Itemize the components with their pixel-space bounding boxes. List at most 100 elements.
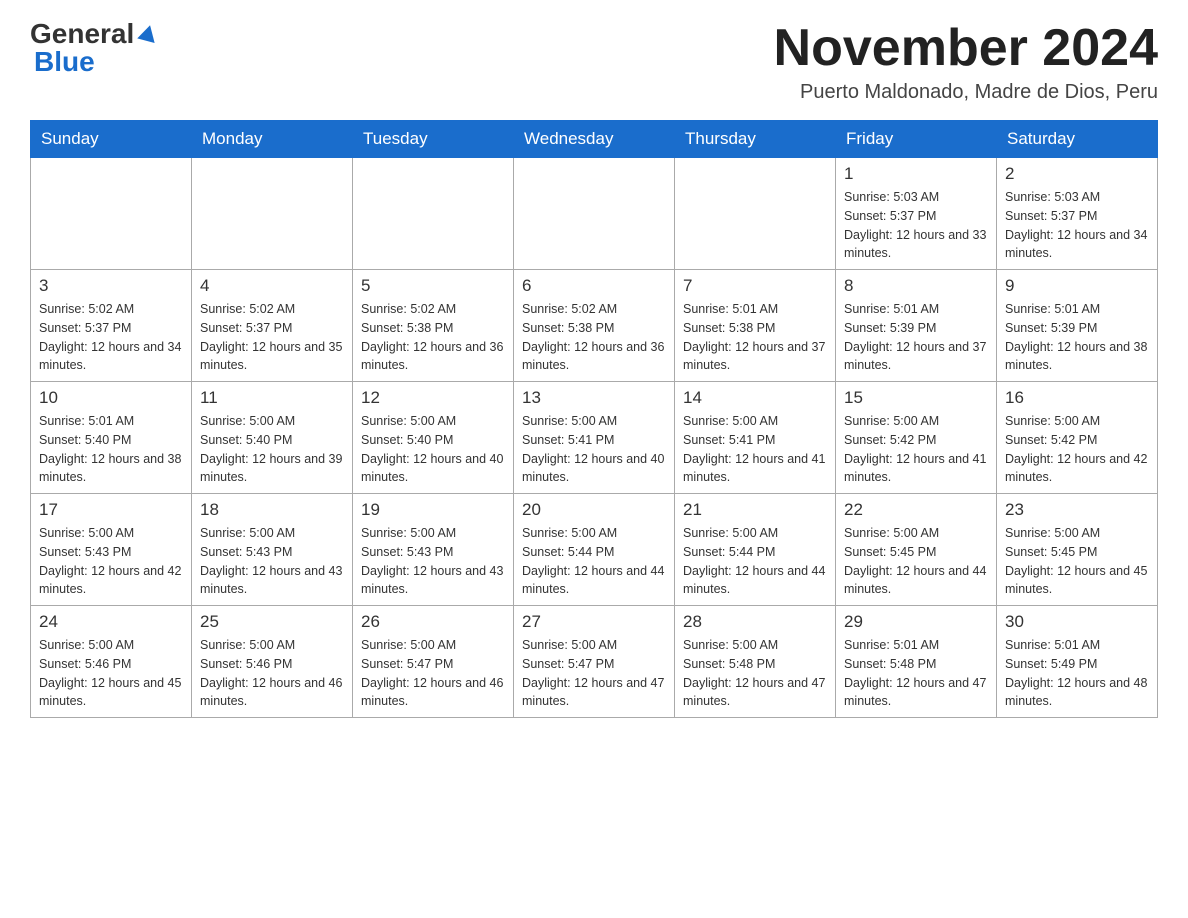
day-number: 1 [844,164,988,184]
day-number: 23 [1005,500,1149,520]
cell-week0-day5: 1 Sunrise: 5:03 AM Sunset: 5:37 PM Daylig… [836,158,997,270]
cell-week0-day1 [192,158,353,270]
page-header: General Blue November 2024 Puerto Maldon… [30,20,1158,104]
cell-week0-day6: 2 Sunrise: 5:03 AM Sunset: 5:37 PM Daylig… [997,158,1158,270]
cell-week4-day3: 27 Sunrise: 5:00 AM Sunset: 5:47 PM Dayli… [514,606,675,718]
calendar-table: Sunday Monday Tuesday Wednesday Thursday… [30,120,1158,718]
day-number: 5 [361,276,505,296]
day-number: 10 [39,388,183,408]
day-info: Sunrise: 5:03 AM Sunset: 5:37 PM Dayligh… [844,188,988,263]
day-number: 19 [361,500,505,520]
day-info: Sunrise: 5:00 AM Sunset: 5:44 PM Dayligh… [683,524,827,599]
day-number: 27 [522,612,666,632]
day-info: Sunrise: 5:00 AM Sunset: 5:43 PM Dayligh… [200,524,344,599]
day-number: 24 [39,612,183,632]
week-row-4: 24 Sunrise: 5:00 AM Sunset: 5:46 PM Dayli… [31,606,1158,718]
day-info: Sunrise: 5:00 AM Sunset: 5:40 PM Dayligh… [361,412,505,487]
day-number: 7 [683,276,827,296]
day-info: Sunrise: 5:01 AM Sunset: 5:40 PM Dayligh… [39,412,183,487]
day-info: Sunrise: 5:02 AM Sunset: 5:38 PM Dayligh… [361,300,505,375]
header-friday: Friday [836,121,997,158]
day-info: Sunrise: 5:00 AM Sunset: 5:41 PM Dayligh… [683,412,827,487]
cell-week1-day6: 9Sunrise: 5:01 AM Sunset: 5:39 PM Daylig… [997,270,1158,382]
cell-week3-day1: 18 Sunrise: 5:00 AM Sunset: 5:43 PM Dayli… [192,494,353,606]
cell-week4-day5: 29Sunrise: 5:01 AM Sunset: 5:48 PM Dayli… [836,606,997,718]
cell-week3-day0: 17 Sunrise: 5:00 AM Sunset: 5:43 PM Dayli… [31,494,192,606]
week-row-1: 3 Sunrise: 5:02 AM Sunset: 5:37 PM Daylig… [31,270,1158,382]
day-info: Sunrise: 5:00 AM Sunset: 5:40 PM Dayligh… [200,412,344,487]
day-number: 17 [39,500,183,520]
day-number: 8 [844,276,988,296]
cell-week2-day6: 16 Sunrise: 5:00 AM Sunset: 5:42 PM Dayli… [997,382,1158,494]
day-number: 18 [200,500,344,520]
cell-week1-day2: 5 Sunrise: 5:02 AM Sunset: 5:38 PM Daylig… [353,270,514,382]
day-number: 6 [522,276,666,296]
day-number: 16 [1005,388,1149,408]
cell-week2-day1: 11 Sunrise: 5:00 AM Sunset: 5:40 PM Dayli… [192,382,353,494]
logo-general-text: General [30,20,134,48]
cell-week1-day5: 8 Sunrise: 5:01 AM Sunset: 5:39 PM Daylig… [836,270,997,382]
week-row-0: 1 Sunrise: 5:03 AM Sunset: 5:37 PM Daylig… [31,158,1158,270]
header-tuesday: Tuesday [353,121,514,158]
day-info: Sunrise: 5:03 AM Sunset: 5:37 PM Dayligh… [1005,188,1149,263]
cell-week4-day6: 30 Sunrise: 5:01 AM Sunset: 5:49 PM Dayli… [997,606,1158,718]
header-row: Sunday Monday Tuesday Wednesday Thursday… [31,121,1158,158]
day-number: 21 [683,500,827,520]
day-number: 25 [200,612,344,632]
header-monday: Monday [192,121,353,158]
day-info: Sunrise: 5:02 AM Sunset: 5:37 PM Dayligh… [200,300,344,375]
cell-week2-day0: 10 Sunrise: 5:01 AM Sunset: 5:40 PM Dayli… [31,382,192,494]
title-section: November 2024 Puerto Maldonado, Madre de… [774,20,1158,104]
month-title: November 2024 [774,20,1158,77]
day-info: Sunrise: 5:00 AM Sunset: 5:45 PM Dayligh… [1005,524,1149,599]
cell-week4-day0: 24Sunrise: 5:00 AM Sunset: 5:46 PM Dayli… [31,606,192,718]
day-number: 14 [683,388,827,408]
header-wednesday: Wednesday [514,121,675,158]
day-info: Sunrise: 5:00 AM Sunset: 5:41 PM Dayligh… [522,412,666,487]
day-info: Sunrise: 5:01 AM Sunset: 5:39 PM Dayligh… [844,300,988,375]
cell-week3-day3: 20Sunrise: 5:00 AM Sunset: 5:44 PM Dayli… [514,494,675,606]
cell-week4-day1: 25 Sunrise: 5:00 AM Sunset: 5:46 PM Dayli… [192,606,353,718]
cell-week2-day4: 14 Sunrise: 5:00 AM Sunset: 5:41 PM Dayli… [675,382,836,494]
cell-week2-day5: 15Sunrise: 5:00 AM Sunset: 5:42 PM Dayli… [836,382,997,494]
day-info: Sunrise: 5:01 AM Sunset: 5:49 PM Dayligh… [1005,636,1149,711]
day-info: Sunrise: 5:00 AM Sunset: 5:48 PM Dayligh… [683,636,827,711]
location-title: Puerto Maldonado, Madre de Dios, Peru [774,81,1158,104]
day-info: Sunrise: 5:00 AM Sunset: 5:43 PM Dayligh… [361,524,505,599]
cell-week3-day6: 23 Sunrise: 5:00 AM Sunset: 5:45 PM Dayli… [997,494,1158,606]
day-info: Sunrise: 5:00 AM Sunset: 5:47 PM Dayligh… [361,636,505,711]
cell-week4-day4: 28 Sunrise: 5:00 AM Sunset: 5:48 PM Dayli… [675,606,836,718]
day-number: 30 [1005,612,1149,632]
cell-week2-day3: 13Sunrise: 5:00 AM Sunset: 5:41 PM Dayli… [514,382,675,494]
day-number: 3 [39,276,183,296]
cell-week3-day5: 22 Sunrise: 5:00 AM Sunset: 5:45 PM Dayli… [836,494,997,606]
day-number: 11 [200,388,344,408]
day-info: Sunrise: 5:00 AM Sunset: 5:47 PM Dayligh… [522,636,666,711]
cell-week0-day0 [31,158,192,270]
cell-week0-day2 [353,158,514,270]
cell-week4-day2: 26 Sunrise: 5:00 AM Sunset: 5:47 PM Dayli… [353,606,514,718]
day-number: 2 [1005,164,1149,184]
day-number: 4 [200,276,344,296]
logo: General Blue [30,20,157,76]
cell-week3-day4: 21 Sunrise: 5:00 AM Sunset: 5:44 PM Dayli… [675,494,836,606]
cell-week1-day0: 3Sunrise: 5:02 AM Sunset: 5:37 PM Daylig… [31,270,192,382]
day-info: Sunrise: 5:00 AM Sunset: 5:42 PM Dayligh… [1005,412,1149,487]
day-info: Sunrise: 5:00 AM Sunset: 5:42 PM Dayligh… [844,412,988,487]
cell-week0-day3 [514,158,675,270]
day-number: 28 [683,612,827,632]
cell-week2-day2: 12Sunrise: 5:00 AM Sunset: 5:40 PM Dayli… [353,382,514,494]
day-info: Sunrise: 5:01 AM Sunset: 5:38 PM Dayligh… [683,300,827,375]
week-row-3: 17 Sunrise: 5:00 AM Sunset: 5:43 PM Dayli… [31,494,1158,606]
day-info: Sunrise: 5:00 AM Sunset: 5:43 PM Dayligh… [39,524,183,599]
header-sunday: Sunday [31,121,192,158]
logo-blue-text: Blue [34,46,95,77]
header-thursday: Thursday [675,121,836,158]
cell-week0-day4 [675,158,836,270]
day-info: Sunrise: 5:00 AM Sunset: 5:45 PM Dayligh… [844,524,988,599]
week-row-2: 10 Sunrise: 5:01 AM Sunset: 5:40 PM Dayli… [31,382,1158,494]
day-info: Sunrise: 5:00 AM Sunset: 5:46 PM Dayligh… [200,636,344,711]
day-number: 26 [361,612,505,632]
day-number: 22 [844,500,988,520]
day-number: 29 [844,612,988,632]
